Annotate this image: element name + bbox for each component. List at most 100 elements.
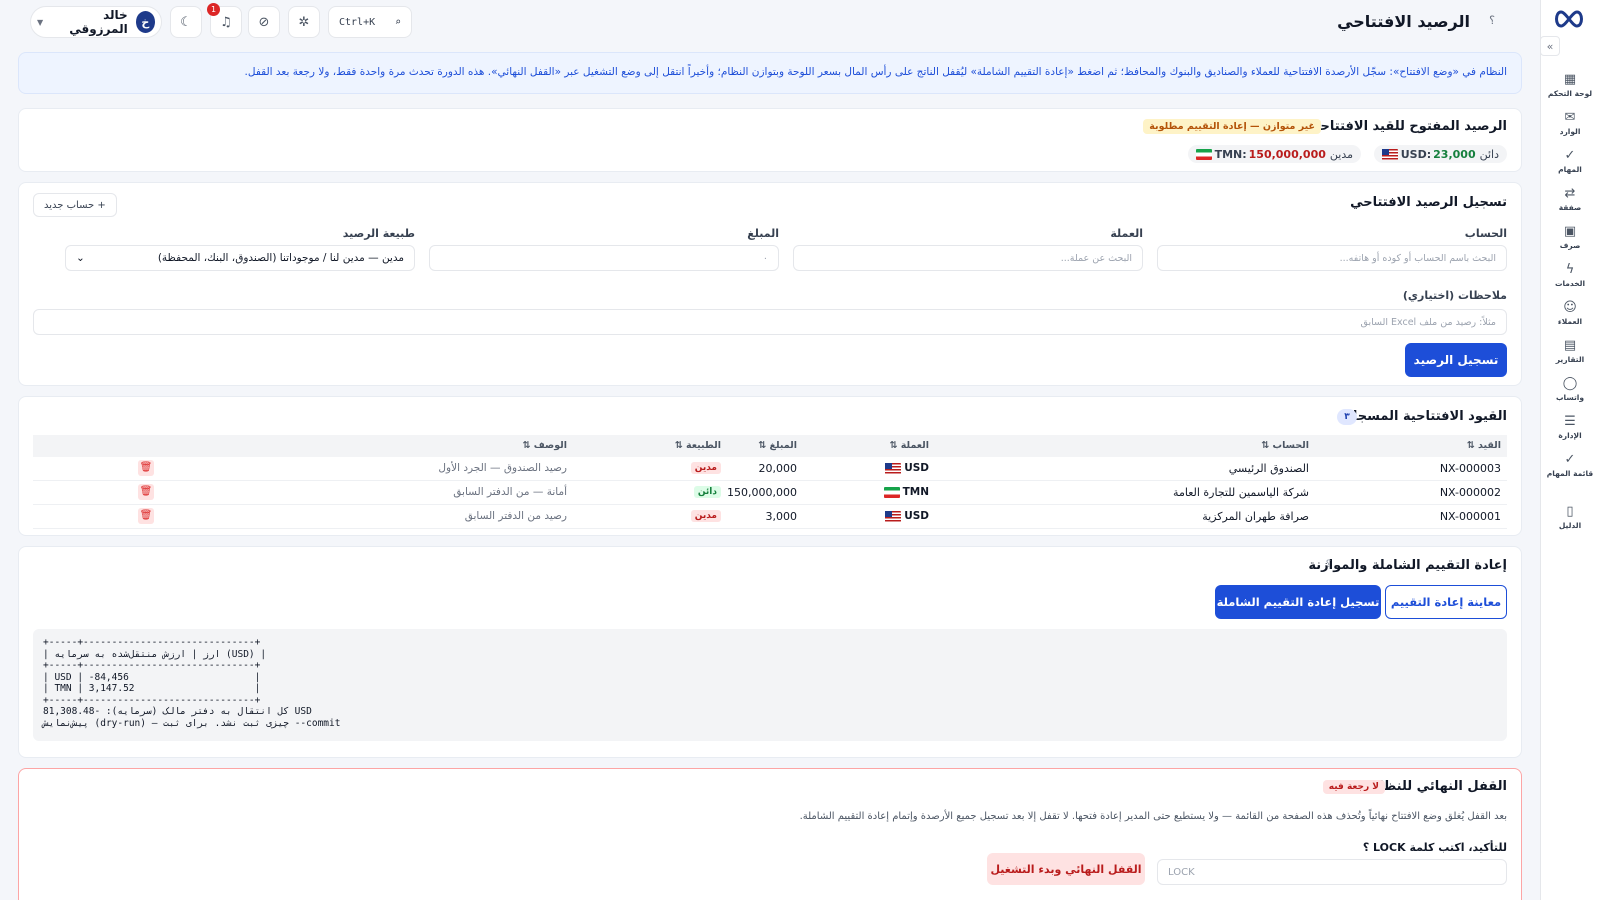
lock-description: بعد القفل يُغلق وضع الافتتاح نهائياً وتُ…: [799, 811, 1507, 822]
entry-account: شركة الياسمين للتجارة العامة: [1173, 486, 1309, 499]
link-button[interactable]: ⊘: [248, 6, 280, 38]
new-account-button[interactable]: + حساب جديد: [33, 193, 117, 217]
account-label: الحساب: [1464, 227, 1507, 240]
link-icon: ⊘: [258, 14, 270, 30]
entry-nature-badge: مدين: [690, 510, 721, 522]
entry-id: NX-000003: [1439, 462, 1501, 475]
sidebar-nav: ▦ لوحة التحكم ✉ الوارد ✓ المهام ⇄ صفقة ▣ صرف ϟ الخد…: [1540, 66, 1600, 536]
lock-confirm-input[interactable]: LOCK: [1157, 859, 1507, 885]
theme-toggle-button[interactable]: ☾: [170, 6, 202, 38]
sidebar: » ▦ لوحة التحكم ✉ الوارد ✓ المهام ⇄ صفقة ▣ صرف ϟ ال…: [1540, 0, 1600, 900]
us-flag-icon: [885, 462, 902, 474]
exchange-icon: ⇄: [1564, 185, 1576, 201]
notes-label: ملاحظات (اختياري): [1402, 289, 1507, 302]
sidebar-item-label: التقارير: [1555, 354, 1585, 364]
app-logo[interactable]: [1552, 8, 1586, 30]
entry-amount: 20,000: [758, 462, 798, 475]
column-header-nature[interactable]: الطبيعة ⇅: [675, 440, 721, 451]
nature-label: طبيعة الرصيد: [342, 227, 415, 240]
entry-currency: USD: [885, 510, 929, 522]
sidebar-item[interactable]: ▦ لوحة التحكم: [1540, 66, 1600, 104]
sidebar-item-label: قائمة المهام: [1546, 468, 1594, 478]
trash-icon: 🗑: [139, 486, 153, 497]
sliders-icon: ☰: [1564, 413, 1576, 429]
form-title: تسجيل الرصيد الافتتاحي: [1350, 195, 1507, 210]
banner-text: النظام في «وضع الافتتاح»: سجّل الأرصدة ا…: [244, 66, 1507, 78]
final-lock-button[interactable]: القفل النهائي وبدء التشغيل: [987, 853, 1145, 885]
entry-description: رصيد الصندوق — الجرد الأول: [438, 462, 567, 474]
book-icon: ▯: [1566, 503, 1574, 519]
sidebar-item-label: صفقة: [1558, 202, 1582, 212]
entry-currency-code: USD: [904, 462, 929, 474]
trash-icon: 🗑: [139, 510, 153, 521]
topbar: الرصيد الافتتاحي ؟ Ctrl+K ⌕ ✲ ⊘ ♫ 1 ☾ خ …: [0, 0, 1540, 44]
amount-input[interactable]: ٠: [429, 245, 779, 271]
bug-report-button[interactable]: ✲: [288, 6, 320, 38]
sidebar-collapse-button[interactable]: »: [1540, 36, 1560, 56]
delete-entry-button[interactable]: 🗑: [138, 484, 154, 500]
user-menu[interactable]: خ خالد المرزوقي ▼: [30, 6, 162, 38]
sidebar-item[interactable]: ✓ المهام: [1540, 142, 1600, 180]
sidebar-item[interactable]: ϟ الخدمات: [1540, 256, 1600, 294]
sidebar-item[interactable]: ▯ الدليل: [1540, 498, 1600, 536]
entries-count-badge: ٣: [1337, 409, 1357, 425]
open-balance-card: الرصيد المفتوح للقيد الافتتاحي غير متواز…: [18, 108, 1522, 172]
search-icon: ⌕: [394, 16, 401, 28]
check-icon: ✓: [1564, 147, 1576, 163]
column-header-entry[interactable]: القيد ⇅: [1467, 440, 1501, 451]
sidebar-item-label: واتساب: [1555, 392, 1585, 402]
table-row: NX-000002 شركة الياسمين للتجارة العامة TMN…: [33, 481, 1507, 505]
status-badge: غير متوازن — إعادة التقييم مطلوبة: [1143, 119, 1321, 134]
report-icon: ▤: [1563, 337, 1577, 353]
ir-flag-icon: [883, 486, 900, 498]
nature-value: مدين — مدين لنا / موجوداتنا (الصندوق، ال…: [157, 252, 404, 264]
sidebar-item-label: المهام: [1558, 164, 1582, 174]
preview-revaluation-button[interactable]: معاينة إعادة التقييم: [1385, 585, 1507, 619]
entry-description: رصيد من الدفتر السابق: [464, 510, 567, 522]
currency-label: العملة: [1110, 227, 1143, 240]
entry-amount: 3,000: [765, 510, 798, 523]
delete-entry-button[interactable]: 🗑: [138, 460, 154, 476]
notes-input[interactable]: مثلاً: رصيد من ملف Excel السابق: [33, 309, 1507, 335]
opening-balance-form: تسجيل الرصيد الافتتاحي + حساب جديد الحسا…: [18, 182, 1522, 386]
bug-icon: ✲: [298, 14, 310, 30]
irreversible-badge: لا رجعة فيه: [1322, 780, 1385, 794]
help-icon[interactable]: ؟: [1326, 559, 1331, 570]
sidebar-item-label: العملاء: [1557, 316, 1583, 326]
balance-pill-tmn: TMN: 150,000,000 مدين: [1187, 145, 1361, 163]
help-icon[interactable]: ؟: [1484, 13, 1500, 29]
sidebar-item[interactable]: ✉ الوارد: [1540, 104, 1600, 142]
entry-nature-badge: دائن: [693, 486, 721, 498]
entries-card: القيود الافتتاحية المسجلة ٣ القيد ⇅ الحس…: [18, 396, 1522, 536]
sidebar-item[interactable]: ☰ الإدارة: [1540, 408, 1600, 446]
sidebar-item[interactable]: ⇄ صفقة: [1540, 180, 1600, 218]
entry-id: NX-000001: [1439, 510, 1501, 523]
submit-balance-button[interactable]: تسجيل الرصيد: [1405, 343, 1507, 377]
sidebar-item[interactable]: ▣ صرف: [1540, 218, 1600, 256]
command-search-button[interactable]: Ctrl+K ⌕: [328, 6, 412, 38]
column-header-account[interactable]: الحساب ⇅: [1261, 440, 1309, 451]
page-title: الرصيد الافتتاحي: [1337, 12, 1470, 31]
open-balance-title: الرصيد المفتوح للقيد الافتتاحي: [1307, 119, 1507, 134]
commit-revaluation-button[interactable]: تسجيل إعادة التقييم الشاملة: [1215, 585, 1381, 619]
account-input[interactable]: البحث باسم الحساب أو كوده أو هاتفه...: [1157, 245, 1507, 271]
entries-title: القيود الافتتاحية المسجلة: [1344, 409, 1507, 424]
column-header-currency[interactable]: العملة ⇅: [890, 440, 929, 451]
currency-input[interactable]: البحث عن عملة...: [793, 245, 1143, 271]
us-flag-icon: [1381, 148, 1398, 160]
sidebar-item-label: الخدمات: [1554, 278, 1586, 288]
sidebar-item[interactable]: ◯ واتساب: [1540, 370, 1600, 408]
sidebar-item[interactable]: ▤ التقارير: [1540, 332, 1600, 370]
column-header-description[interactable]: الوصف ⇅: [522, 440, 567, 451]
users-icon: ☺: [1563, 299, 1577, 315]
chevron-down-icon: ⌄: [76, 252, 85, 264]
bell-icon: ♫: [220, 14, 232, 30]
nature-select[interactable]: مدين — مدين لنا / موجوداتنا (الصندوق، ال…: [65, 245, 415, 271]
delete-entry-button[interactable]: 🗑: [138, 508, 154, 524]
sidebar-item[interactable]: ☺ العملاء: [1540, 294, 1600, 332]
entry-account: صرافة طهران المركزية: [1202, 510, 1309, 523]
sidebar-item[interactable]: ✓ قائمة المهام: [1540, 446, 1600, 484]
column-header-amount[interactable]: المبلغ ⇅: [758, 440, 797, 451]
notifications-button[interactable]: ♫ 1: [207, 3, 242, 38]
sidebar-item-label: الوارد: [1559, 126, 1581, 136]
